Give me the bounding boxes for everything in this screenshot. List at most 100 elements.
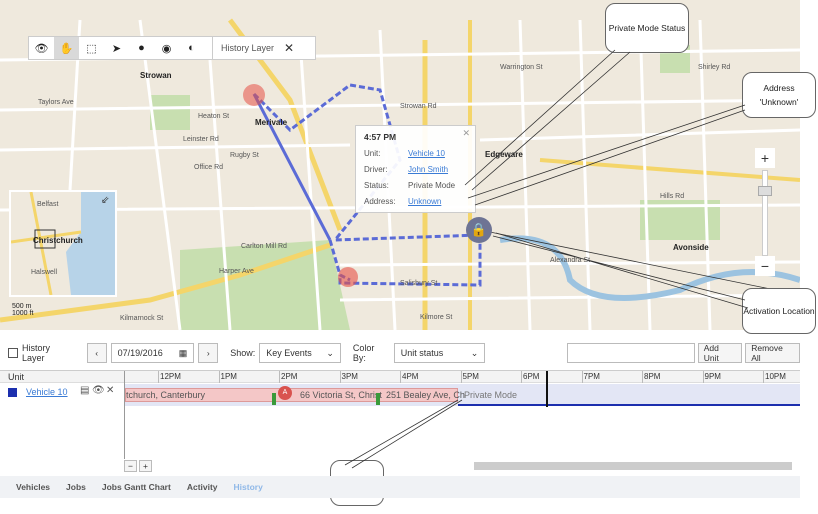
hour-tick [460,371,462,383]
remove-all-button[interactable]: Remove All [745,343,800,363]
color-by-value: Unit status [400,348,444,358]
map-toolbar: 👁 ✋ ⬚ ➤ ● ◉ ◐ History Layer ✕ [28,36,316,60]
hour-label: 6PM [523,372,540,381]
color-by-select[interactable]: Unit status ⌄ [393,343,486,363]
address-link[interactable]: Unknown [408,197,441,206]
zoom-in-button[interactable]: + [755,148,775,168]
private-mode-line [458,404,800,406]
inset-label: Christchurch [33,236,83,245]
street-label: Harper Ave [219,268,254,275]
zoom-out-button[interactable]: − [124,460,137,472]
event-marker-icon[interactable]: A [278,386,292,400]
private-mode-lock-icon[interactable]: 🔒 [466,217,492,243]
callout-address-unknown: Address 'Unknown' [742,72,816,118]
unit-link[interactable]: Vehicle 10 [408,149,445,158]
street-label: Strowan Rd [400,103,437,110]
overview-map[interactable]: Belfast Christchurch Halswell ⇙ [9,190,117,297]
horizontal-scrollbar[interactable] [474,462,792,470]
street-label: Kilmarnock St [120,315,164,322]
current-time-cursor[interactable] [546,371,548,407]
street-label: Shirley Rd [698,64,731,71]
zoom-slider-handle[interactable] [758,186,772,196]
event-label: 66 Victoria St, Christ [300,390,382,400]
prev-day-button[interactable]: ‹ [86,343,107,363]
hour-label: 7PM [583,372,600,381]
tab-jobs[interactable]: Jobs [66,482,86,492]
street-label: Hills Rd [660,193,685,200]
date-value: 07/19/2016 [117,348,163,358]
show-select[interactable]: Key Events ⌄ [259,343,341,363]
close-icon[interactable]: ✕ [462,128,470,139]
pointer-icon[interactable]: ➤ [104,37,129,59]
street-label: Carlton Mill Rd [241,243,287,250]
zoom-out-button[interactable]: − [755,256,775,276]
place-label-avonside: Avonside [673,243,709,252]
add-unit-input[interactable] [567,343,695,363]
timeline: Unit 12PM 1PM 2PM 3PM 4PM 5PM 6PM 7PM 8PM 9PM 10PM… [0,370,800,472]
address-label: Address: [364,196,396,206]
street-label: Taylors Ave [38,99,74,106]
event-flag-icon[interactable] [272,393,276,405]
start-location-marker[interactable] [243,84,265,106]
hour-label: 4PM [402,372,419,381]
place-label-strowan: Strowan [140,71,172,80]
color-by-label: Color By: [352,343,375,363]
add-unit-button[interactable]: Add Unit [697,343,743,363]
tab-vehicles[interactable]: Vehicles [16,482,50,492]
zoom-in-button[interactable]: + [138,460,152,472]
hour-label: 5PM [462,372,479,381]
collapse-icon[interactable]: ⇙ [101,195,109,206]
unit-name-link[interactable]: Vehicle 10 [26,387,68,397]
event-flag-icon[interactable] [376,393,380,405]
tab-jobs-gantt-chart[interactable]: Jobs Gantt Chart [102,482,171,492]
history-layer-checkbox[interactable] [8,348,18,358]
hour-tick [218,371,220,383]
comment-icon[interactable]: ◉ [154,37,179,59]
show-value: Key Events [266,348,312,358]
hand-icon[interactable]: ✋ [54,37,79,59]
scale-feet: 1000 ft [12,310,34,317]
hour-label: 12PM [160,372,181,381]
details-icon[interactable]: ▤ [80,385,89,396]
history-layer-tab[interactable]: History Layer [212,37,274,59]
unit-column-header: Unit [8,372,25,382]
pin-icon[interactable]: ● [129,37,154,59]
hour-label: 1PM [220,372,237,381]
tab-history[interactable]: History [234,482,263,492]
status-value: Private Mode [408,180,456,190]
street-label: Rugby St [230,152,259,159]
hour-tick [642,371,643,383]
timeline-zoom: − + [124,460,152,472]
inset-label: Belfast [37,201,59,208]
select-box-icon[interactable]: ⬚ [79,37,104,59]
street-label: Warrington St [500,64,543,71]
hour-tick [763,371,764,383]
close-icon[interactable]: ✕ [106,385,114,396]
zoom-control: + − [755,148,775,278]
hour-tick [279,371,280,383]
chevron-down-icon: ⌄ [326,347,334,358]
tab-activity[interactable]: Activity [187,482,218,492]
inset-label: Halswell [31,269,58,276]
hour-tick [400,371,401,383]
hour-label: 2PM [281,372,298,381]
callout-private-mode-status: Private Mode Status [605,3,689,53]
date-input[interactable]: 07/19/2016 ▦ [110,343,195,363]
driver-link[interactable]: John Smith [408,165,448,174]
history-layer-label: History Layer [21,343,50,363]
next-day-button[interactable]: › [198,343,219,363]
street-label: Heaton St [198,113,230,120]
eye-icon[interactable]: 👁 [92,385,105,396]
driver-label: Driver: [364,164,388,174]
event-location-marker[interactable] [338,267,358,287]
zoom-slider[interactable] [762,170,768,256]
globe-icon[interactable]: ◐ [179,37,204,59]
history-controls: History Layer ‹ 07/19/2016 ▦ › Show: Key … [0,340,800,366]
close-icon[interactable]: ✕ [284,41,294,55]
hour-tick [339,371,341,383]
hour-label: 8PM [644,372,661,381]
calendar-icon[interactable]: ▦ [179,348,188,359]
popup-time: 4:57 PM [364,132,397,142]
event-popup: 4:57 PM ✕ Unit: Vehicle 10 Driver: John Sm… [355,125,476,213]
eye-icon[interactable]: 👁 [29,37,54,59]
